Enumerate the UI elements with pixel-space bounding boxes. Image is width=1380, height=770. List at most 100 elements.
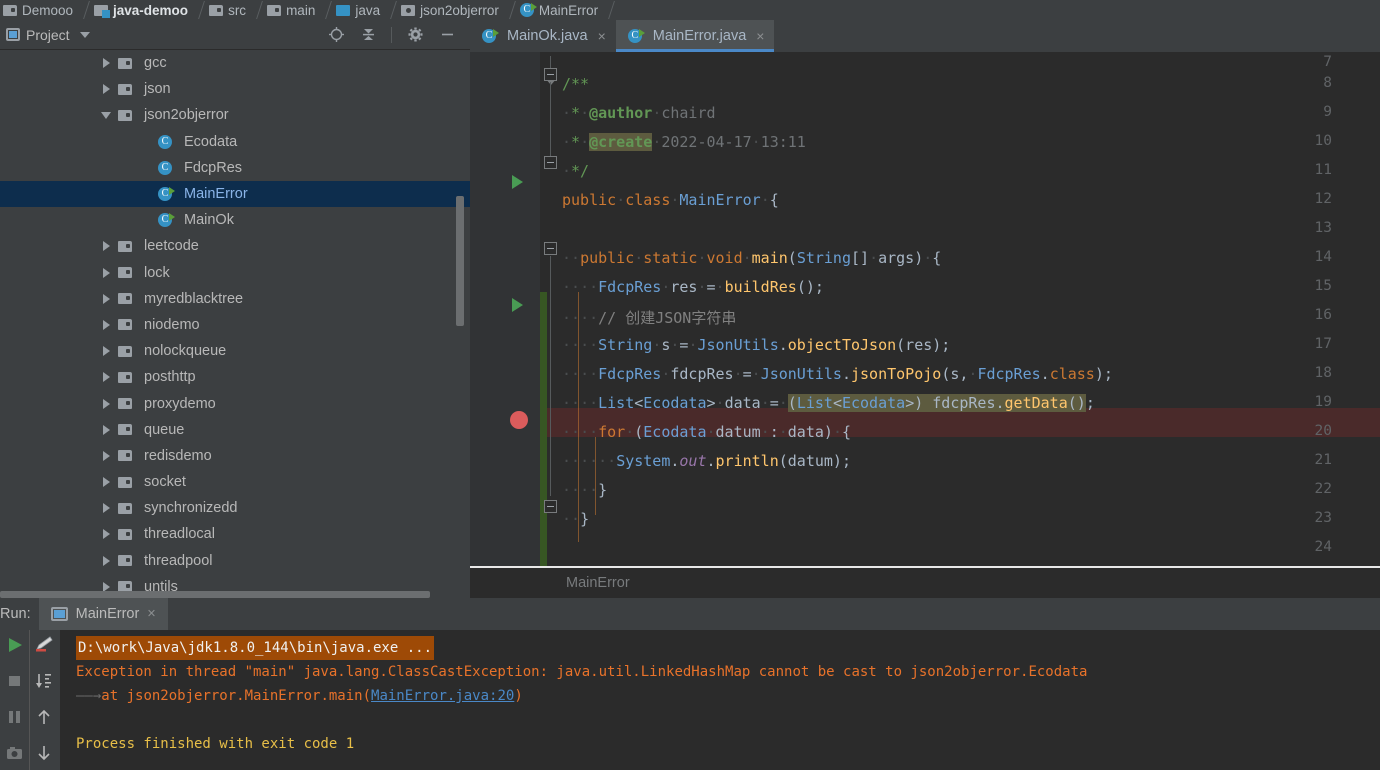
breadcrumb-label: MainError bbox=[538, 2, 599, 18]
breadcrumb-item-java[interactable]: java bbox=[333, 0, 398, 20]
tree-item-proxydemo[interactable]: proxydemo bbox=[0, 390, 470, 416]
pause-icon[interactable] bbox=[6, 708, 24, 731]
tree-item-label: FdcpRes bbox=[184, 159, 243, 176]
tree-item-threadlocal[interactable]: threadlocal bbox=[0, 521, 470, 547]
tree-item-queue[interactable]: queue bbox=[0, 417, 470, 443]
breadcrumb-separator-icon bbox=[248, 1, 263, 19]
run-class-gutter-icon[interactable] bbox=[512, 175, 523, 189]
breadcrumb-item-mainerror[interactable]: C MainError bbox=[517, 0, 616, 20]
editor-gutter[interactable] bbox=[470, 52, 540, 598]
tree-item-socket[interactable]: socket bbox=[0, 469, 470, 495]
chevron-down-icon[interactable] bbox=[100, 108, 114, 122]
chevron-right-icon[interactable] bbox=[100, 449, 114, 463]
tree-item-leetcode[interactable]: leetcode bbox=[0, 233, 470, 259]
tree-item-json2objerror[interactable]: json2objerror bbox=[0, 102, 470, 128]
line-number: 11 bbox=[1314, 162, 1332, 178]
tree-item-ecodata[interactable]: C Ecodata bbox=[0, 129, 470, 155]
tree-item-posthttp[interactable]: posthttp bbox=[0, 364, 470, 390]
collapse-all-icon[interactable] bbox=[359, 26, 377, 44]
tree-item-fdcpres[interactable]: C FdcpRes bbox=[0, 155, 470, 181]
tree-item-threadpool[interactable]: threadpool bbox=[0, 548, 470, 574]
tree-item-myredblacktree[interactable]: myredblacktree bbox=[0, 286, 470, 312]
tree-vertical-scrollbar[interactable] bbox=[456, 50, 464, 598]
chevron-right-icon[interactable] bbox=[100, 56, 114, 70]
chevron-right-icon[interactable] bbox=[100, 554, 114, 568]
locate-icon[interactable] bbox=[327, 26, 345, 44]
chevron-right-icon[interactable] bbox=[100, 475, 114, 489]
line-number: 22 bbox=[1314, 481, 1332, 497]
chevron-right-icon[interactable] bbox=[100, 318, 114, 332]
module-folder-icon bbox=[94, 4, 111, 18]
settings-gear-icon[interactable] bbox=[406, 26, 424, 44]
folder-icon bbox=[118, 83, 132, 95]
project-title-group[interactable]: Project bbox=[6, 27, 90, 43]
chevron-right-icon[interactable] bbox=[100, 239, 114, 253]
breadcrumb-item-demooo[interactable]: Demooo bbox=[0, 0, 91, 20]
hide-panel-icon[interactable] bbox=[438, 26, 456, 44]
camera-snapshot-icon[interactable] bbox=[6, 744, 24, 767]
console-stack-prefix: at json2objerror.MainError.main( bbox=[101, 688, 372, 704]
console-command-line: D:\work\Java\jdk1.8.0_144\bin\java.exe .… bbox=[76, 636, 1380, 660]
line-number: 9 bbox=[1323, 104, 1332, 120]
rerun-play-icon[interactable] bbox=[6, 636, 24, 659]
chevron-down-icon[interactable] bbox=[79, 31, 90, 38]
close-icon[interactable]: × bbox=[147, 606, 155, 622]
tree-item-nolockqueue[interactable]: nolockqueue bbox=[0, 338, 470, 364]
breadcrumb-item-java-demoo[interactable]: java-demoo bbox=[91, 0, 206, 20]
down-arrow-icon[interactable] bbox=[35, 744, 53, 767]
fold-box-icon[interactable] bbox=[544, 242, 557, 255]
tree-item-label: posthttp bbox=[144, 369, 196, 386]
tree-item-mainok[interactable]: C MainOk bbox=[0, 207, 470, 233]
tree-scrollbar-thumb[interactable] bbox=[456, 196, 464, 326]
chevron-right-icon[interactable] bbox=[100, 501, 114, 515]
tree-item-json[interactable]: json bbox=[0, 76, 470, 102]
chevron-right-icon[interactable] bbox=[100, 397, 114, 411]
fold-box-icon[interactable] bbox=[544, 68, 557, 81]
project-tree[interactable]: gcc json json2objerror C Ecodata C FdcpRes C Mai… bbox=[0, 50, 470, 598]
breakpoint-icon[interactable] bbox=[510, 411, 528, 429]
folder-icon bbox=[3, 4, 17, 16]
tab-mainerror-java[interactable]: C MainError.java × bbox=[615, 20, 775, 52]
tree-item-mainerror[interactable]: C MainError bbox=[0, 180, 470, 208]
tree-item-redisdemo[interactable]: redisdemo bbox=[0, 443, 470, 469]
console-output[interactable]: D:\work\Java\jdk1.8.0_144\bin\java.exe .… bbox=[60, 630, 1380, 770]
breadcrumb-item-json2objerror[interactable]: json2objerror bbox=[398, 0, 517, 20]
code-editor[interactable]: 7 8 9 10 11 12 13 14 15 16 17 18 19 20 21 22 23 24 /** ·*·… bbox=[470, 52, 1380, 598]
close-icon[interactable]: × bbox=[756, 28, 764, 44]
up-arrow-icon[interactable] bbox=[35, 708, 53, 731]
chevron-right-icon[interactable] bbox=[100, 82, 114, 96]
class-runnable-icon: C bbox=[158, 213, 175, 228]
chevron-right-icon[interactable] bbox=[100, 344, 114, 358]
close-icon[interactable]: × bbox=[598, 28, 606, 44]
run-method-gutter-icon[interactable] bbox=[512, 298, 523, 312]
breadcrumb-item-main[interactable]: main bbox=[264, 0, 333, 20]
tab-mainok-java[interactable]: C MainOk.java × bbox=[470, 20, 616, 52]
soft-wrap-pencil-icon[interactable] bbox=[34, 636, 54, 659]
line-number: 21 bbox=[1314, 452, 1332, 468]
chevron-right-icon[interactable] bbox=[100, 266, 114, 280]
run-tab-mainerror[interactable]: MainError × bbox=[38, 598, 168, 630]
tree-item-gcc[interactable]: gcc bbox=[0, 50, 470, 76]
code-line-12: public·class·MainError·{ bbox=[562, 191, 779, 209]
tree-item-label: MainError bbox=[184, 186, 248, 203]
chevron-right-icon[interactable] bbox=[100, 292, 114, 306]
project-tool-window: Project gcc json json2objerror C Ecodata… bbox=[0, 20, 470, 598]
tree-item-lock[interactable]: lock bbox=[0, 260, 470, 286]
class-runnable-icon: C bbox=[627, 29, 645, 43]
vcs-change-marker[interactable] bbox=[540, 292, 547, 582]
chevron-right-icon[interactable] bbox=[100, 423, 114, 437]
chevron-right-icon[interactable] bbox=[100, 527, 114, 541]
console-result-line: Process finished with exit code 1 bbox=[76, 736, 355, 752]
chevron-right-icon[interactable] bbox=[100, 370, 114, 384]
tree-item-synchronizedd[interactable]: synchronizedd bbox=[0, 495, 470, 521]
fold-box-icon[interactable] bbox=[544, 500, 557, 513]
scroll-to-end-icon[interactable] bbox=[34, 672, 54, 695]
fold-box-icon[interactable] bbox=[544, 156, 557, 169]
editor-area: C MainOk.java × C MainError.java × 7 8 9… bbox=[470, 20, 1380, 598]
stop-icon[interactable] bbox=[6, 672, 24, 695]
tree-item-niodemo[interactable]: niodemo bbox=[0, 312, 470, 338]
tree-horizontal-scrollbar[interactable] bbox=[0, 591, 430, 598]
breadcrumb-item-src[interactable]: src bbox=[206, 0, 264, 20]
console-stack-link[interactable]: MainError.java:20 bbox=[371, 688, 514, 704]
